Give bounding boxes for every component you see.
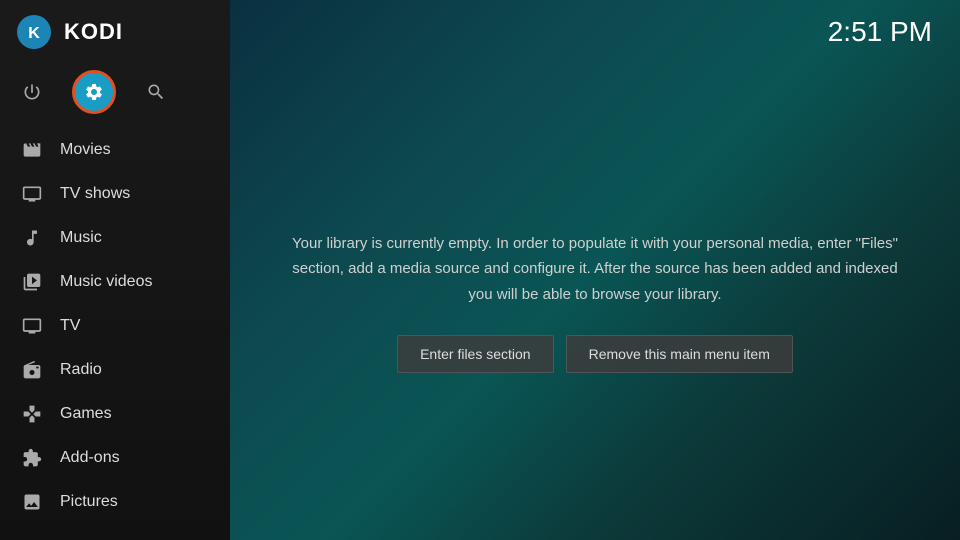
search-button[interactable] (134, 70, 178, 114)
sidebar-item-movies[interactable]: Movies (0, 128, 230, 172)
time-display: 2:51 PM (828, 16, 932, 48)
sidebar-item-add-ons[interactable]: Add-ons (0, 436, 230, 480)
music-label: Music (60, 229, 102, 247)
nav-list: Movies TV shows Music Music videos (0, 128, 230, 540)
sidebar-item-games[interactable]: Games (0, 392, 230, 436)
remove-menu-item-button[interactable]: Remove this main menu item (566, 335, 793, 373)
radio-icon (20, 358, 44, 382)
music-videos-label: Music videos (60, 273, 152, 291)
radio-label: Radio (60, 361, 102, 379)
games-label: Games (60, 405, 112, 423)
music-videos-icon (20, 270, 44, 294)
sidebar-item-tv[interactable]: TV (0, 304, 230, 348)
sidebar-icons-row (0, 64, 230, 128)
sidebar: K KODI Movies (0, 0, 230, 540)
games-icon (20, 402, 44, 426)
app-container: K KODI Movies (0, 0, 960, 540)
add-ons-icon (20, 446, 44, 470)
sidebar-item-pictures[interactable]: Pictures (0, 480, 230, 524)
main-content: 2:51 PM Your library is currently empty.… (230, 0, 960, 540)
kodi-logo-icon: K (16, 14, 52, 50)
movies-icon (20, 138, 44, 162)
settings-button[interactable] (72, 70, 116, 114)
pictures-label: Pictures (60, 493, 118, 511)
tv-shows-icon (20, 182, 44, 206)
movies-label: Movies (60, 141, 111, 159)
content-area: Your library is currently empty. In orde… (230, 64, 960, 540)
sidebar-item-radio[interactable]: Radio (0, 348, 230, 392)
music-icon (20, 226, 44, 250)
top-bar: 2:51 PM (230, 0, 960, 64)
power-button[interactable] (10, 70, 54, 114)
empty-library-box: Your library is currently empty. In orde… (290, 231, 900, 374)
add-ons-label: Add-ons (60, 449, 120, 467)
enter-files-button[interactable]: Enter files section (397, 335, 554, 373)
svg-text:K: K (28, 25, 40, 42)
kodi-title: KODI (64, 19, 123, 45)
empty-library-message: Your library is currently empty. In orde… (290, 231, 900, 308)
sidebar-header: K KODI (0, 0, 230, 64)
sidebar-item-tv-shows[interactable]: TV shows (0, 172, 230, 216)
pictures-icon (20, 490, 44, 514)
tv-shows-label: TV shows (60, 185, 130, 203)
tv-label: TV (60, 317, 80, 335)
tv-icon (20, 314, 44, 338)
sidebar-item-music[interactable]: Music (0, 216, 230, 260)
sidebar-item-music-videos[interactable]: Music videos (0, 260, 230, 304)
action-buttons: Enter files section Remove this main men… (290, 335, 900, 373)
